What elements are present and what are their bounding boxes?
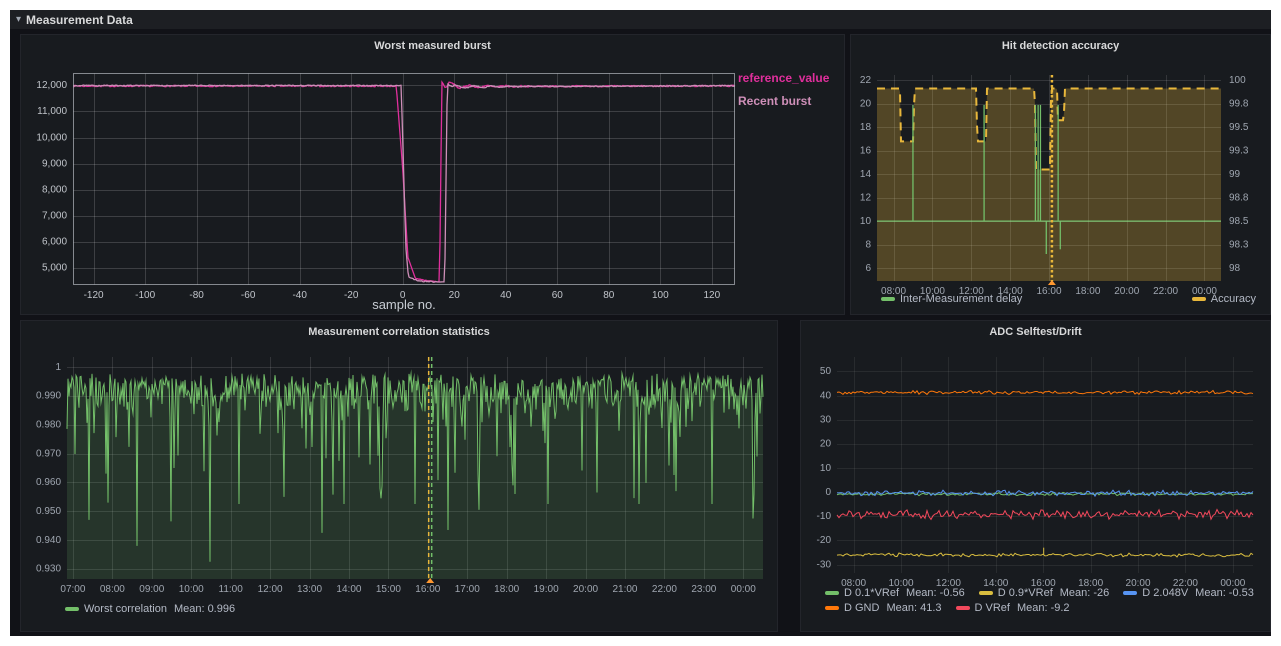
legend-label: D 0.9*VRef [998,587,1053,599]
legend-item[interactable]: D 0.9*VRef Mean: -26 [979,587,1110,599]
legend-swatch-icon [825,606,839,610]
legend-mean-value: Mean: -9.2 [1017,602,1070,614]
legend-item[interactable]: D 2.048V Mean: -0.53 [1123,587,1254,599]
panel-title-measurement-correlation-statistics[interactable]: Measurement correlation statistics [21,326,777,338]
legend-swatch-icon [825,591,839,595]
adc-chart-canvas[interactable] [801,321,1270,631]
legend-mean-value: Mean: -26 [1060,587,1110,599]
legend-item[interactable]: D VRef Mean: -9.2 [956,602,1070,614]
hit-legend-left: Inter-Measurement delay [881,293,1022,305]
legend-label: Accuracy [1211,293,1256,305]
legend-swatch-icon [881,297,895,301]
panel-hit-detection-accuracy: Hit detection accuracy Inter-Measurement… [850,34,1271,315]
legend-swatch-icon [1123,591,1137,595]
legend-mean-value: Mean: 0.996 [174,603,235,615]
corr-chart-canvas[interactable] [21,321,777,631]
hit-legend-right: Accuracy [1192,293,1256,305]
panel-title-worst-measured-burst[interactable]: Worst measured burst [21,40,844,52]
legend-swatch-icon [979,591,993,595]
legend-item[interactable]: reference_value [738,71,836,85]
legend-mean-value: Mean: -0.53 [1195,587,1254,599]
corr-legend: Worst correlation Mean: 0.996 [65,603,235,615]
burst-x-axis-label: sample no. [73,297,735,312]
row-title: Measurement Data [26,13,133,27]
legend-label: D 0.1*VRef [844,587,899,599]
legend-label: reference_value [738,71,829,85]
legend-mean-value: Mean: -0.56 [906,587,965,599]
legend-item[interactable]: D 0.1*VRef Mean: -0.56 [825,587,965,599]
legend-swatch-icon [65,607,79,611]
legend-item[interactable]: Recent burst [738,94,836,108]
legend-mean-value: Mean: 41.3 [886,602,941,614]
chevron-down-icon: ▾ [16,14,21,25]
legend-swatch-icon [1192,297,1206,301]
legend-label: D GND [844,602,879,614]
row-header-measurement-data[interactable]: ▾ Measurement Data [10,10,1271,29]
panel-title-hit-detection-accuracy[interactable]: Hit detection accuracy [851,40,1270,52]
panel-measurement-correlation-statistics: Measurement correlation statistics Worst… [20,320,778,632]
panel-worst-measured-burst: Worst measured burst sample no. referenc… [20,34,845,315]
legend-label: Inter-Measurement delay [900,293,1022,305]
legend-label: Worst correlation [84,603,167,615]
panel-adc-selftest-drift: ADC Selftest/Drift D 0.1*VRef Mean: -0.56… [800,320,1271,632]
burst-chart-canvas[interactable] [21,35,844,314]
legend-swatch-icon [956,606,970,610]
legend-label: D 2.048V [1142,587,1188,599]
legend-label: D VRef [975,602,1010,614]
panel-title-adc-selftest-drift[interactable]: ADC Selftest/Drift [801,326,1270,338]
legend-label: Recent burst [738,94,811,108]
legend-item[interactable]: D GND Mean: 41.3 [825,602,942,614]
hit-chart-canvas[interactable] [851,35,1270,314]
dashboard: ▾ Measurement Data Worst measured burst … [10,10,1271,636]
legend-item[interactable]: Worst correlation Mean: 0.996 [65,603,235,615]
burst-legend: reference_value Recent burst [738,71,836,108]
adc-legend: D 0.1*VRef Mean: -0.56 D 0.9*VRef Mean: -26… [825,587,1266,614]
legend-item[interactable]: Accuracy [1192,293,1256,305]
legend-item[interactable]: Inter-Measurement delay [881,293,1022,305]
